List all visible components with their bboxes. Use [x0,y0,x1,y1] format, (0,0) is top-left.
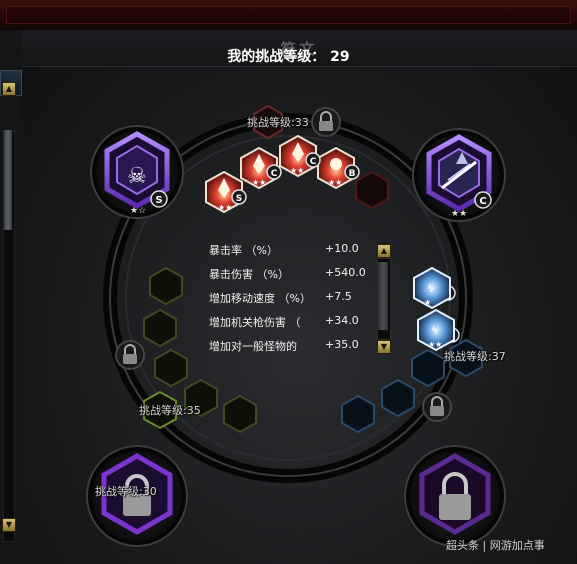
stats-scroll-up-icon[interactable]: ▲ [377,244,391,258]
stat-row: 增加移动速度 （%） +7.5 [209,290,379,308]
challenge-level-right: 挑战等级:37 [444,350,506,363]
svg-text:ϟ: ϟ [431,324,438,337]
rune-slot-empty-red[interactable] [355,170,389,210]
stat-name: 暴击率 （%） [209,244,278,257]
svg-text:★★: ★★ [252,178,266,187]
watermark: 超头条 | 网游加点事 [446,539,545,552]
stat-row: 暴击率 （%） +10.0 [209,242,379,260]
svg-text:★★: ★★ [218,203,232,212]
grade-label: C [271,169,278,179]
grade-label: B [349,169,356,179]
stat-row: 增加对一般怪物的 +35.0 [209,338,379,356]
star-icon: ★☆ [130,206,146,216]
challenge-level-top: 挑战等级:33 [247,116,309,129]
stat-name: 增加移动速度 （%） [209,292,311,305]
grade-label: S [155,195,162,206]
stat-name: 增加对一般怪物的 [209,340,297,353]
stat-name: 增加机关枪伤害 （ [209,316,301,329]
grade-label: S [236,194,242,204]
rune-blue-2[interactable]: ϟ ★★ [417,308,455,352]
challenge-level-left: 挑战等级:35 [139,404,201,417]
stat-value: +7.5 [325,290,352,303]
stat-value: +34.0 [325,314,359,327]
stat-value: +35.0 [325,338,359,351]
stats-scroll-thumb[interactable] [378,262,388,330]
skull-icon: ☠ [127,164,147,189]
challenge-level-bottom-left: 挑战等级:30 [95,485,157,498]
grade-label: C [310,157,317,167]
stats-scroll-down-icon[interactable]: ▼ [377,340,391,354]
my-challenge-level: 我的挑战等级： 29 [227,49,350,65]
star-icon: ★★ [451,209,467,219]
stats-list: 暴击率 （%） +10.0 暴击伤害 （%） +540.0 增加移动速度 （%）… [209,236,379,356]
stat-value: +10.0 [325,242,359,255]
svg-text:★: ★ [424,298,431,307]
stat-name: 暴击伤害 （%） [209,268,289,281]
stat-value: +540.0 [325,266,366,279]
svg-text:ϟ: ϟ [427,282,434,295]
stat-row: 增加机关枪伤害 （ +34.0 [209,314,379,332]
svg-text:★★: ★★ [328,178,342,187]
svg-text:★★: ★★ [428,340,442,349]
svg-text:★★: ★★ [290,166,304,175]
stat-row: 暴击伤害 （%） +540.0 [209,266,379,284]
rune-blue-1[interactable]: ϟ ★ [413,266,451,310]
grade-label: C [479,196,486,207]
